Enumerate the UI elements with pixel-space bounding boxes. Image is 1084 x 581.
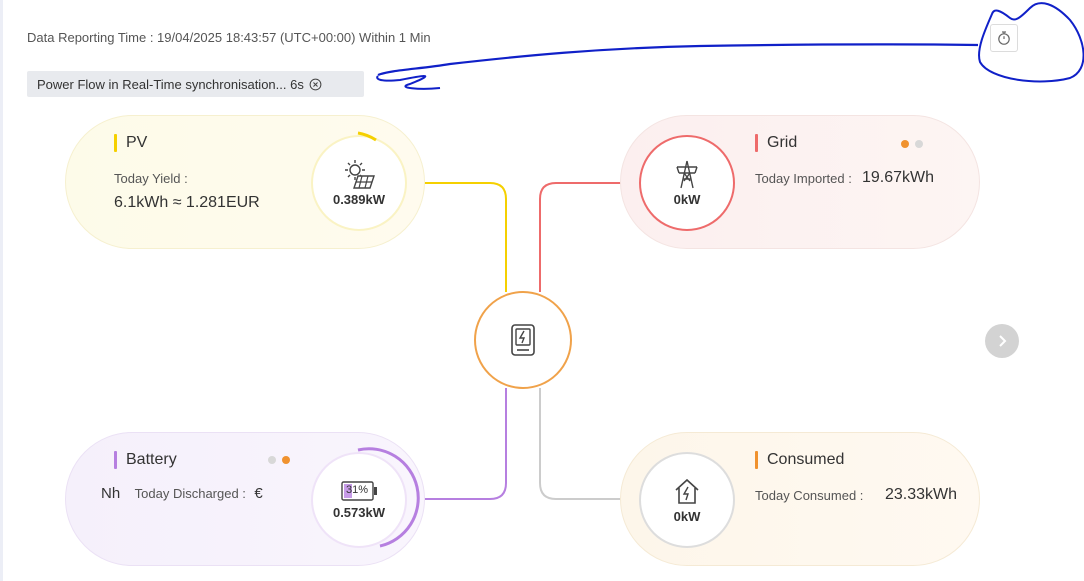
timer-button[interactable] (990, 24, 1018, 52)
inverter-icon (511, 324, 535, 356)
sync-label: Power Flow in Real-Time synchronisation.… (37, 76, 304, 92)
battery-flow-line (410, 388, 507, 500)
dot-active (282, 456, 290, 464)
battery-power-ring: 31% 0.573kW (311, 452, 407, 548)
grid-imported-value: 19.67kWh (862, 169, 935, 186)
dot-inactive (915, 140, 923, 148)
consumed-value: 23.33kWh (885, 486, 958, 503)
pv-card[interactable]: PV Today Yield : 6.1kWh ≈ 1.281EUR 0.389… (65, 115, 425, 249)
battery-soc: 31% (346, 484, 369, 496)
pv-power-ring: 0.389kW (311, 135, 407, 231)
pv-yield-label: Today Yield : (114, 171, 188, 186)
grid-imported-label: Today Imported : (755, 171, 852, 186)
consumed-power-ring: 0kW (639, 452, 735, 548)
solar-panel-icon (345, 160, 375, 189)
pv-power: 0.389kW (332, 192, 386, 207)
chevron-right-icon (999, 335, 1007, 347)
battery-marker (114, 451, 117, 469)
sync-status-pill: Power Flow in Real-Time synchronisation.… (27, 71, 364, 97)
consumed-marker (755, 451, 758, 469)
consumed-power: 0kW (673, 509, 701, 524)
battery-power: 0.573kW (332, 505, 386, 520)
consumed-title-text: Consumed (767, 451, 845, 468)
consumed-title: Consumed (755, 451, 844, 469)
pv-flow-line (410, 182, 507, 292)
battery-prev-value: Nh (101, 485, 121, 502)
next-page-button[interactable] (985, 324, 1019, 358)
grid-title: Grid (755, 134, 797, 152)
dot-inactive (268, 456, 276, 464)
grid-card[interactable]: 0kW Grid Today Imported : 19.67kWh (620, 115, 980, 249)
battery-card[interactable]: Battery Nh Today Discharged : € 31% 0.57… (65, 432, 425, 566)
battery-flow-dots (268, 456, 290, 464)
stopwatch-icon (998, 31, 1010, 45)
pv-title-text: PV (126, 134, 148, 151)
consumed-card[interactable]: 0kW Consumed Today Consumed : 23.33kWh (620, 432, 980, 566)
inverter-node[interactable] (474, 291, 572, 389)
pylon-icon (676, 160, 698, 189)
grid-flow-dots (901, 140, 923, 148)
home-energy-icon (675, 478, 699, 504)
grid-power: 0kW (673, 192, 701, 207)
battery-title-text: Battery (126, 451, 177, 468)
grid-power-ring: 0kW (639, 135, 735, 231)
close-circle-icon[interactable] (309, 78, 322, 91)
battery-discharged-label: Today Discharged : (134, 486, 246, 501)
left-edge-bar (0, 0, 3, 581)
dot-active (901, 140, 909, 148)
grid-title-text: Grid (767, 134, 798, 151)
grid-marker (755, 134, 758, 152)
battery-title: Battery (114, 451, 177, 469)
battery-discharged-value: € (254, 485, 263, 502)
battery-scroll-text: Nh Today Discharged : € (101, 485, 311, 507)
pv-marker (114, 134, 117, 152)
pv-yield-value: 6.1kWh ≈ 1.281EUR (114, 194, 260, 211)
pv-title: PV (114, 134, 147, 152)
consumed-label: Today Consumed : (755, 488, 864, 503)
data-reporting-time: Data Reporting Time : 19/04/2025 18:43:5… (27, 30, 431, 45)
